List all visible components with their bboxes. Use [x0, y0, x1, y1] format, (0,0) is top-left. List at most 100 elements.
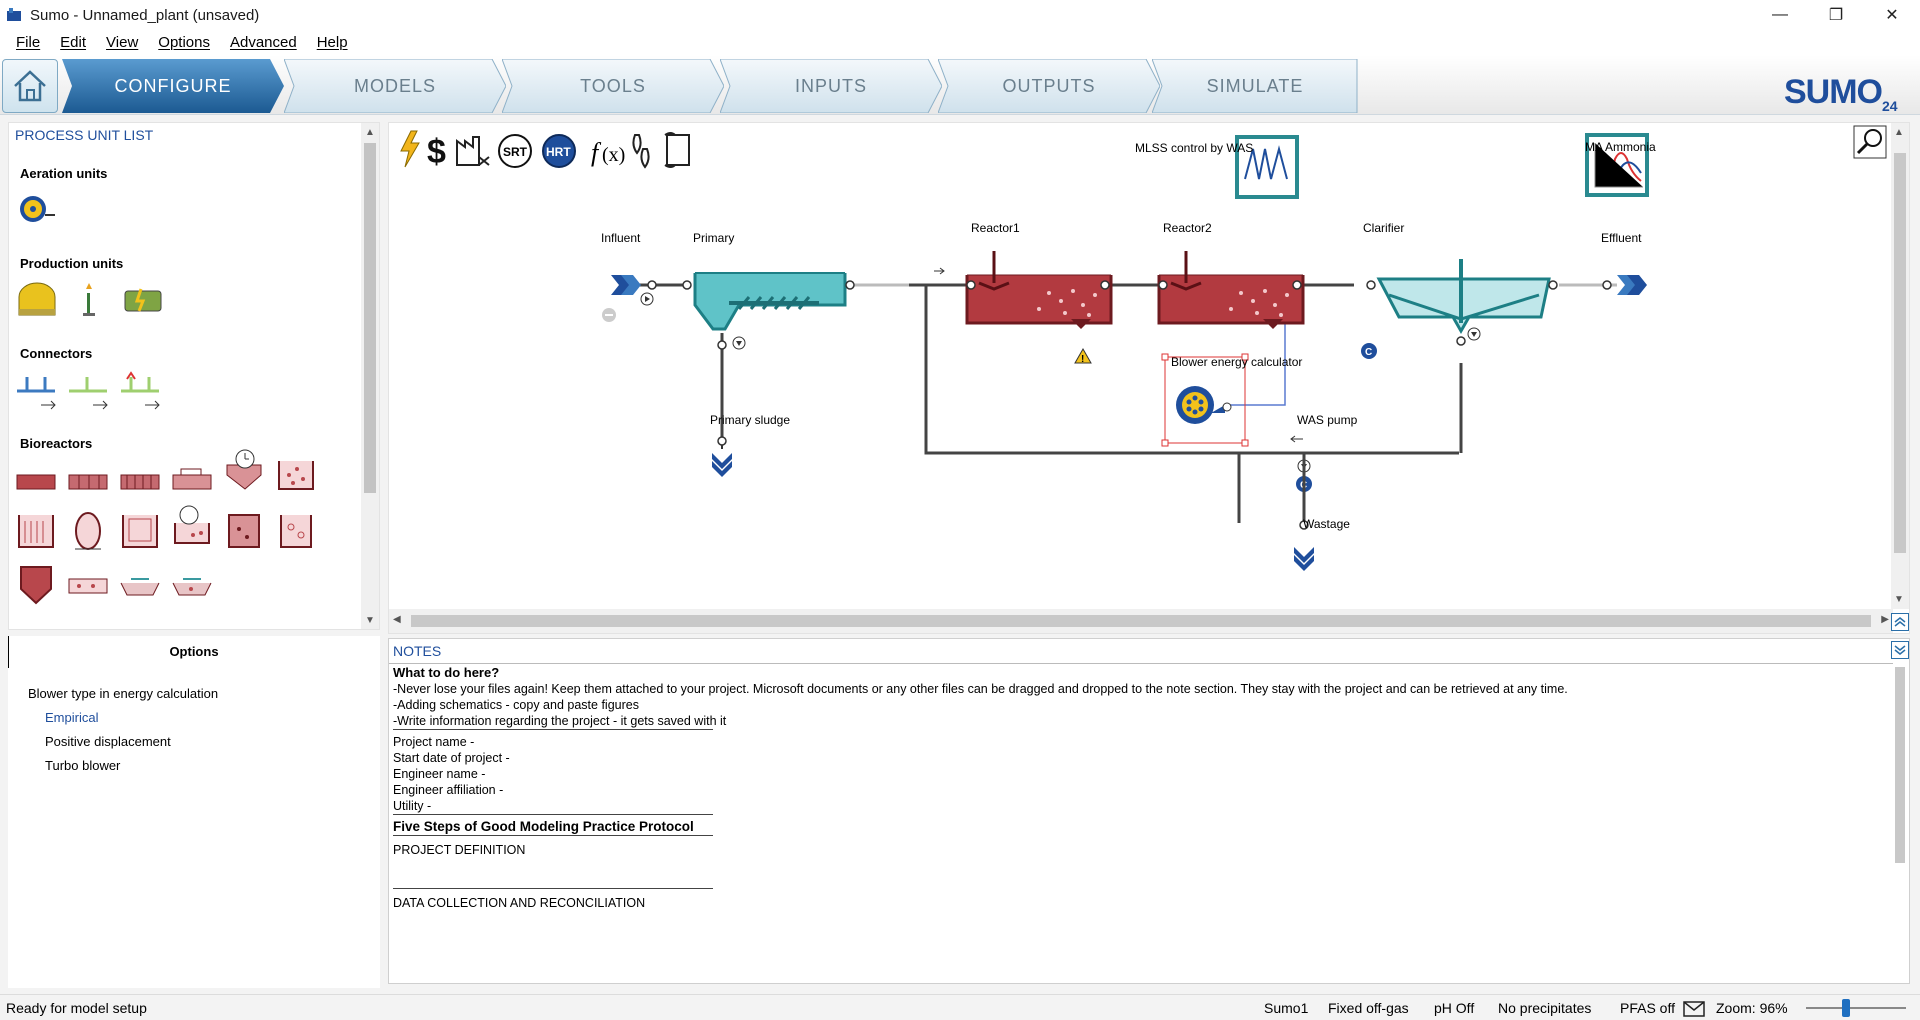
menu-help[interactable]: Help	[307, 34, 358, 51]
close-button[interactable]: ✕	[1864, 0, 1920, 30]
tab-configure[interactable]: CONFIGURE	[62, 59, 284, 113]
option-turbo-blower[interactable]: Turbo blower	[45, 758, 120, 773]
tab-inputs[interactable]: INPUTS	[720, 59, 942, 113]
scroll-up-arrow-icon[interactable]: ▲	[361, 123, 379, 141]
notes-line-2: -Adding schematics - copy and paste figu…	[393, 698, 639, 712]
plug-flow-reactor-icon[interactable]	[65, 459, 111, 503]
status-model[interactable]: Sumo1	[1264, 1000, 1308, 1016]
unit-list-scrollbar[interactable]: ▲ ▼	[361, 123, 379, 629]
carrier-reactor-icon[interactable]	[273, 509, 319, 553]
section-production-units: Production units	[20, 256, 124, 271]
window-title: Sumo - Unnamed_plant (unsaved)	[30, 6, 260, 24]
timed-reactor-icon[interactable]	[221, 447, 267, 491]
notes-panel: NOTES What to do here? -Never lose your …	[388, 638, 1910, 984]
tab-tools-label: TOOLS	[580, 75, 646, 96]
options-panel: Options Blower type in energy calculatio…	[8, 636, 380, 988]
tab-outputs[interactable]: OUTPUTS	[938, 59, 1160, 113]
mbr-reactor-icon[interactable]	[169, 459, 215, 503]
notes-title: NOTES	[393, 643, 442, 659]
canvas-vscroll-thumb[interactable]	[1894, 153, 1906, 553]
notes-rule	[393, 888, 713, 889]
torch-unit-icon[interactable]	[69, 279, 115, 323]
mail-icon[interactable]	[1683, 1001, 1705, 1017]
tab-models-label: MODELS	[353, 75, 437, 96]
expand-up-icon[interactable]	[1891, 613, 1909, 631]
blower-unit-icon[interactable]	[15, 189, 61, 233]
options-title: Options	[169, 644, 219, 659]
effluent-unit[interactable]	[1617, 275, 1647, 295]
biofilm-reactor-icon[interactable]	[13, 509, 59, 553]
canvas-scroll-up-icon[interactable]: ▲	[1894, 127, 1904, 138]
canvas-vertical-scrollbar[interactable]: ▲ ▼	[1891, 123, 1909, 609]
splitter-connector-icon[interactable]	[15, 369, 61, 413]
was-pump-unit[interactable]: C	[1296, 453, 1312, 523]
collapse-down-icon[interactable]	[1891, 641, 1909, 659]
aerated-reactor-icon[interactable]	[273, 453, 319, 497]
tab-tools[interactable]: TOOLS	[502, 59, 724, 113]
wastage-outlet[interactable]	[1294, 547, 1314, 571]
warning-icon[interactable]: !	[1074, 347, 1092, 365]
conical-reactor-icon[interactable]	[13, 563, 59, 607]
granular-reactor-icon[interactable]	[221, 509, 267, 553]
notes-editor[interactable]: What to do here? -Never lose your files …	[393, 665, 1883, 979]
label-influent: Influent	[601, 231, 641, 245]
primary-clarifier-unit[interactable]	[693, 272, 847, 350]
notes-scroll-thumb[interactable]	[1895, 667, 1905, 863]
status-precipitates[interactable]: No precipitates	[1498, 1000, 1591, 1016]
status-ph[interactable]: pH Off	[1434, 1000, 1474, 1016]
sbr-reactor-icon[interactable]	[117, 459, 163, 503]
cstr-reactor-icon[interactable]	[13, 459, 59, 503]
option-empirical[interactable]: Empirical	[45, 710, 98, 725]
secondary-clarifier-unit[interactable]: C	[1361, 259, 1551, 359]
restore-button[interactable]: ❐	[1808, 0, 1864, 30]
combiner-connector-icon[interactable]	[67, 369, 113, 413]
process-canvas-panel: $ SRT HRT f (x) C ! MLSS control by WAS …	[388, 122, 1910, 634]
pond-reactor-icon[interactable]	[117, 563, 163, 607]
reactor1-unit[interactable]	[965, 251, 1113, 329]
digester-unit-icon[interactable]	[15, 279, 61, 323]
process-unit-list-title: PROCESS UNIT LIST	[15, 127, 154, 143]
label-mlss-control: MLSS control by WAS	[1135, 141, 1254, 155]
canvas-scroll-right-icon[interactable]: ▶	[1881, 614, 1889, 625]
menu-advanced[interactable]: Advanced	[220, 34, 307, 51]
notes-heading: What to do here?	[393, 665, 500, 680]
menu-file[interactable]: File	[6, 34, 50, 51]
option-positive-displacement[interactable]: Positive displacement	[45, 734, 171, 749]
lagoon-reactor-icon[interactable]	[65, 563, 111, 607]
home-button[interactable]	[2, 59, 58, 113]
notes-data-collection: DATA COLLECTION AND RECONCILIATION	[393, 896, 646, 910]
status-zoom: Zoom: 96%	[1716, 1000, 1788, 1016]
zoom-slider-thumb[interactable]	[1842, 999, 1850, 1017]
label-primary: Primary	[693, 231, 735, 245]
canvas-hscroll-thumb[interactable]	[411, 615, 1871, 627]
status-offgas[interactable]: Fixed off-gas	[1328, 1000, 1409, 1016]
primary-sludge-outlet[interactable]	[712, 441, 732, 477]
home-icon	[14, 70, 46, 102]
canvas-scroll-down-icon[interactable]: ▼	[1894, 594, 1904, 605]
mbbr-reactor-icon[interactable]	[117, 509, 163, 553]
status-pfas[interactable]: PFAS off	[1620, 1000, 1675, 1016]
label-wastage: Wastage	[1303, 517, 1350, 531]
tab-configure-label: CONFIGURE	[114, 75, 232, 96]
scroll-down-arrow-icon[interactable]: ▼	[361, 611, 379, 629]
zoom-slider-track[interactable]	[1806, 1007, 1906, 1009]
aerated-pond-reactor-icon[interactable]	[169, 563, 215, 607]
menu-view[interactable]: View	[96, 34, 148, 51]
canvas-horizontal-scrollbar[interactable]: ◀ ▶	[389, 609, 1893, 633]
menu-edit[interactable]: Edit	[50, 34, 96, 51]
influent-unit[interactable]	[602, 275, 654, 322]
chp-engine-unit-icon[interactable]	[121, 279, 167, 323]
timed-aerated-reactor-icon[interactable]	[169, 503, 215, 547]
notes-rule	[393, 835, 713, 836]
menu-options[interactable]: Options	[148, 34, 220, 51]
process-flowsheet[interactable]: $ SRT HRT f (x) C ! MLSS control by WAS …	[389, 123, 1893, 609]
tab-models[interactable]: MODELS	[284, 59, 506, 113]
status-message: Ready for model setup	[6, 1000, 147, 1016]
egg-digester-reactor-icon[interactable]	[65, 509, 111, 553]
tab-simulate[interactable]: SIMULATE	[1152, 59, 1358, 113]
minimize-button[interactable]: —	[1752, 0, 1808, 30]
reactor2-unit[interactable]	[1157, 251, 1305, 329]
canvas-scroll-left-icon[interactable]: ◀	[393, 614, 401, 625]
scroll-thumb[interactable]	[364, 143, 376, 493]
flow-splitter-connector-icon[interactable]	[119, 369, 165, 413]
